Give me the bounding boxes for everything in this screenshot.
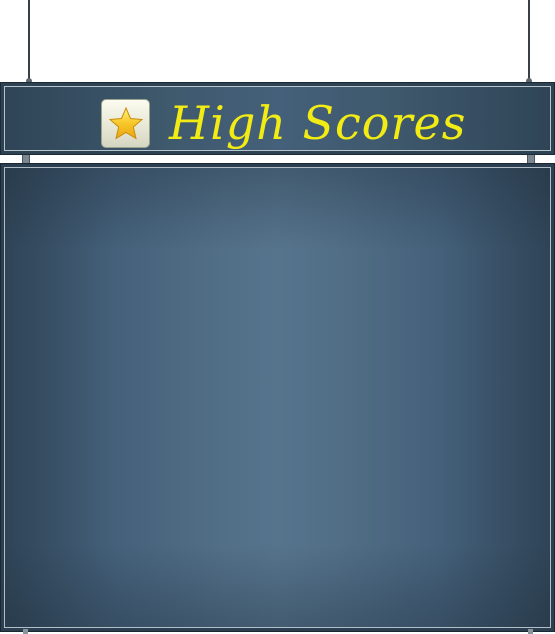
bottom-peg-right [528,629,533,634]
high-scores-screen: High Scores [0,0,555,634]
header-frame: High Scores [4,86,551,151]
bottom-peg-left [23,629,28,634]
scores-board [0,163,555,632]
hanging-wire-right [528,0,530,84]
hanging-wire-left [28,0,30,84]
star-icon [108,106,144,140]
scores-board-frame [4,167,551,628]
page-title: High Scores [169,96,467,150]
star-badge [101,99,150,148]
header-sign: High Scores [0,82,555,155]
board-shading [5,168,550,627]
